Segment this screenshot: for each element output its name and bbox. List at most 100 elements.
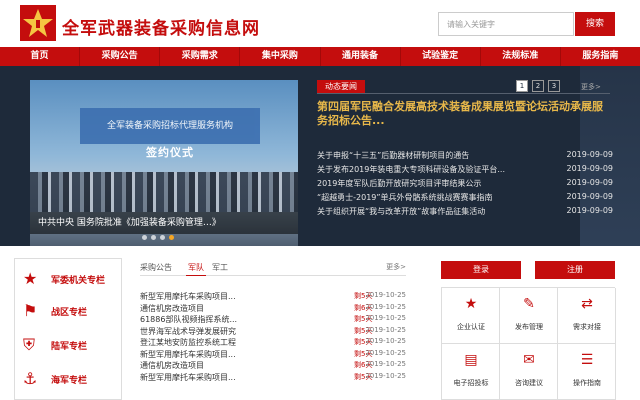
shield-icon: ⛨	[23, 335, 36, 354]
list-item[interactable]: 新型军用摩托车采购项目... 剩5天 2019-10-25	[140, 348, 406, 360]
news-item[interactable]: “超越勇士-2019”单兵外骨骼系统挑战赛赛事指南 2019-09-09	[317, 190, 613, 204]
item-title: 登江某地安防监控系统工程	[140, 338, 236, 347]
item-date: 2019-10-25	[365, 325, 406, 334]
sidebar-item-navy[interactable]: ⚓ 海军专栏	[21, 367, 121, 395]
news-item-title: 关于申报“十三五”后勤器材研制项目的通告	[317, 151, 470, 160]
nav-item-home[interactable]: 首页	[0, 47, 81, 66]
news-more-link[interactable]: 更多>	[581, 82, 601, 92]
sidebar-item-label: 陆军专栏	[51, 342, 88, 352]
item-date: 2019-10-25	[365, 371, 406, 380]
sidebar-item-cmc[interactable]: ★ 军委机关专栏	[21, 267, 121, 295]
search-input[interactable]: 请输入关键字	[438, 12, 574, 36]
news-item[interactable]: 关于发布2019年装电重大专项科研设备及验证平台... 2019-09-09	[317, 162, 613, 176]
page-button[interactable]: 2	[532, 80, 544, 92]
item-date: 2019-10-25	[365, 314, 406, 322]
slider-caption[interactable]: 中共中央 国务院批准《加强装备采购管理…》	[30, 212, 298, 234]
news-item-date: 2019-09-09	[566, 150, 614, 159]
service-label: 操作指南	[573, 379, 601, 387]
item-title: 新型军用摩托车采购项目...	[140, 372, 236, 382]
slider-dot-active[interactable]	[169, 235, 174, 240]
list-item[interactable]: 世界海军战术导弹发展研究 剩5天 2019-10-25	[140, 325, 406, 337]
nav-item-procurement-demand[interactable]: 采购需求	[160, 47, 241, 66]
tab-defense-industry[interactable]: 军工	[212, 262, 228, 273]
site-header: 全军武器装备采购信息网 请输入关键字 搜索	[0, 0, 640, 47]
nav-item-testing[interactable]: 试验鉴定	[401, 47, 481, 66]
nav-item-general-equipment[interactable]: 通用装备	[321, 47, 401, 66]
news-item[interactable]: 关于组织开展“我与改革开放”故事作品征集活动 2019-09-09	[317, 204, 613, 218]
page-button[interactable]: 3	[548, 80, 560, 92]
sidebar-item-label: 军委机关专栏	[51, 276, 106, 286]
nav-item-regulations[interactable]: 法规标准	[481, 47, 561, 66]
procurement-list: 新型军用摩托车采购项目... 剩5天 2019-10-25 通信机房改造项目 剩6天 2…	[140, 290, 406, 382]
news-list: 关于申报“十三五”后勤器材研制项目的通告 2019-09-09 关于发布2019…	[317, 148, 613, 218]
page-button[interactable]: 1	[516, 80, 528, 92]
register-button[interactable]: 注册	[535, 261, 615, 279]
news-headline[interactable]: 第四届军民融合发展高技术装备成果展览暨论坛活动承展服务招标公告...	[317, 100, 607, 128]
slider-dot[interactable]	[142, 235, 147, 240]
news-item-title: “超越勇士-2019”单兵外骨骼系统挑战赛赛事指南	[317, 193, 493, 202]
slider-sign-text: 签约仪式	[146, 146, 194, 159]
list-item[interactable]: 登江某地安防监控系统工程 剩5天 2019-10-25	[140, 336, 406, 348]
nav-item-procurement-notice[interactable]: 采购公告	[80, 47, 161, 66]
star-icon: ★	[23, 269, 38, 288]
news-tab[interactable]: 动态要闻	[317, 80, 365, 94]
news-item[interactable]: 关于申报“十三五”后勤器材研制项目的通告 2019-09-09	[317, 148, 613, 162]
service-consult[interactable]: ✉ 咨询建议	[500, 344, 558, 400]
service-publish-manage[interactable]: ✎ 发布管理	[500, 288, 558, 344]
list-item[interactable]: 新型军用摩托车采购项目... 剩5天 2019-10-25	[140, 371, 406, 383]
item-date: 2019-10-25	[365, 291, 406, 299]
news-item-title: 关于组织开展“我与改革开放”故事作品征集活动	[317, 207, 486, 216]
service-label: 电子招投标	[453, 379, 489, 387]
search-button[interactable]: 搜索	[575, 12, 615, 36]
news-item-date: 2019-09-09	[566, 206, 614, 215]
service-label: 咨询建议	[515, 379, 543, 387]
service-enterprise-cert[interactable]: ★ 企业认证	[442, 288, 500, 344]
tab-more-link[interactable]: 更多>	[386, 262, 406, 272]
tab-procurement-notice[interactable]: 采购公告	[140, 262, 172, 273]
item-title: 通信机房改造项目	[140, 303, 204, 313]
sidebar-item-label: 战区专栏	[51, 308, 88, 318]
login-button[interactable]: 登录	[441, 261, 521, 279]
service-guide[interactable]: ☰ 操作指南	[558, 344, 616, 400]
news-item-title: 关于发布2019年装电重大专项科研设备及验证平台...	[317, 165, 505, 174]
service-e-bidding[interactable]: ▤ 电子招投标	[442, 344, 500, 400]
item-date: 2019-10-25	[365, 302, 406, 311]
list-item[interactable]: 通信机房改造项目 剩6天 2019-10-25	[140, 302, 406, 314]
procurement-tabs: 采购公告 军队 军工 更多>	[140, 260, 406, 276]
list-item[interactable]: 新型军用摩托车采购项目... 剩5天 2019-10-25	[140, 290, 406, 302]
item-title: 61886部队视频指挥系统...	[140, 315, 238, 324]
slider-dot[interactable]	[151, 235, 156, 240]
connect-icon: ⇄	[581, 296, 593, 312]
edit-icon: ✎	[523, 296, 535, 312]
nav-item-centralized[interactable]: 集中采购	[240, 47, 321, 66]
list-item[interactable]: 61886部队视频指挥系统... 剩5天 2019-10-25	[140, 313, 406, 325]
item-title: 新型军用摩托车采购项目...	[140, 292, 236, 301]
sidebar-item-label: 海军专栏	[51, 376, 88, 386]
item-date: 2019-10-25	[365, 337, 406, 345]
sidebar-item-army[interactable]: ⛨ 陆军专栏	[21, 333, 121, 361]
news-item-title: 2019年度军队后勤开放研究项目评审结果公示	[317, 179, 482, 188]
item-title: 世界海军战术导弹发展研究	[140, 326, 236, 336]
list-item[interactable]: 通信机房改造项目 剩6天 2019-10-25	[140, 359, 406, 371]
flag-icon: ⚑	[23, 301, 38, 320]
item-title: 通信机房改造项目	[140, 361, 204, 370]
news-slider[interactable]: 全军装备采购招标代理服务机构 签约仪式 中共中央 国务院批准《加强装备采购管理……	[30, 80, 298, 246]
service-label: 企业认证	[457, 323, 485, 331]
site-title[interactable]: 全军武器装备采购信息网	[62, 14, 260, 39]
auth-panel: 登录 注册 ★ 企业认证 ✎ 发布管理 ⇄ 需求对接 ▤ 电子招投标 ✉ 咨询建…	[441, 259, 616, 400]
star-icon: ★	[464, 296, 478, 312]
main-nav: 首页 采购公告 采购需求 集中采购 通用装备 试验鉴定 法规标准 服务指南	[0, 47, 640, 66]
sidebar-columns: ★ 军委机关专栏 ⚑ 战区专栏 ⛨ 陆军专栏 ⚓ 海军专栏	[14, 258, 122, 400]
news-item[interactable]: 2019年度军队后勤开放研究项目评审结果公示 2019-09-09	[317, 176, 613, 190]
nav-item-service-guide[interactable]: 服务指南	[561, 47, 640, 66]
sidebar-item-theater[interactable]: ⚑ 战区专栏	[21, 299, 121, 327]
service-demand-match[interactable]: ⇄ 需求对接	[558, 288, 616, 344]
guide-icon: ☰	[580, 352, 594, 368]
tab-military[interactable]: 军队	[188, 262, 204, 273]
emblem-star-icon[interactable]	[20, 5, 56, 41]
doc-icon: ▤	[464, 352, 478, 368]
news-item-date: 2019-09-09	[566, 192, 614, 201]
slider-dot[interactable]	[160, 235, 165, 240]
slider-banner: 全军装备采购招标代理服务机构	[80, 108, 260, 144]
news-pager: 1 2 3	[516, 80, 560, 92]
